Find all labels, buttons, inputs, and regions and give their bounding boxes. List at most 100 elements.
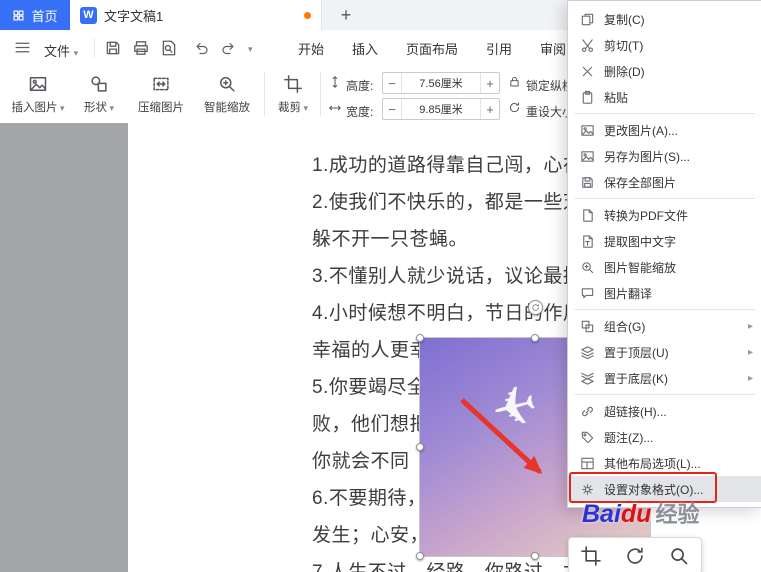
width-value[interactable]: 9.85厘米 [401,99,481,119]
document-text-line: 发生；心安， [312,525,430,546]
shapes-label: 形状 ▾ [83,101,115,114]
shapes-button[interactable]: 形状 ▾ [76,71,122,117]
menu-item-convert-to-pdf[interactable]: 转换为PDF文件 [568,202,761,228]
menu-separator [574,394,755,395]
home-grid-icon [12,9,25,22]
menu-item-label: 其他布局选项(L)... [604,456,701,471]
zoom-tool-icon[interactable] [668,545,690,567]
resize-handle-bottom-left[interactable] [416,552,424,560]
reset-size-icon [508,101,521,114]
resize-handle-top-center[interactable] [531,334,539,342]
tab-insert[interactable]: 插入 [352,39,378,58]
menu-item-extract-text[interactable]: 提取图中文字 [568,228,761,254]
save-all-pictures-icon [580,175,595,190]
tab-reference[interactable]: 引用 [486,39,512,58]
menu-item-cut[interactable]: 剪切(T) [568,32,761,58]
menu-item-bring-to-front[interactable]: 置于顶层(U) ▸ [568,339,761,365]
print-preview-icon[interactable] [160,39,178,57]
document-tab[interactable]: W 文字文稿1 [70,0,322,30]
smart-zoom-button[interactable]: 智能缩放 [196,71,258,117]
insert-picture-button[interactable]: 插入图片 ▾ [6,71,70,117]
resize-handle-top-left[interactable] [416,334,424,342]
bring-to-front-icon [580,345,595,360]
height-increase-button[interactable]: + [481,73,499,93]
compress-picture-label: 压缩图片 [138,101,184,114]
group-icon [580,319,595,334]
menu-item-change-picture[interactable]: 更改图片(A)... [568,117,761,143]
menu-item-hyperlink[interactable]: 超链接(H)... [568,398,761,424]
hyperlink-icon [580,404,595,419]
menu-item-paste[interactable]: 粘贴 [568,84,761,110]
send-to-back-icon [580,371,595,386]
hamburger-menu-icon[interactable] [14,39,31,56]
submenu-arrow-icon: ▸ [747,372,753,384]
smart-zoom-icon [217,74,237,94]
crop-icon [283,74,303,94]
home-tab-label: 首页 [31,8,58,24]
width-increase-button[interactable]: + [481,99,499,119]
tab-start[interactable]: 开始 [298,39,324,58]
menu-item-label: 置于底层(K) [604,371,668,386]
picture-smart-zoom-icon [580,260,595,275]
tab-page-layout[interactable]: 页面布局 [406,39,458,58]
height-value[interactable]: 7.56厘米 [401,73,481,93]
menu-item-label: 另存为图片(S)... [604,149,690,164]
menu-item-label: 提取图中文字 [604,234,677,249]
crop-tool-icon[interactable] [580,545,602,567]
file-menu-label: 文件 [44,44,71,59]
crop-button[interactable]: 裁剪 ▾ [270,71,316,117]
chevron-down-icon: ▾ [300,102,309,113]
file-menu[interactable]: 文件 ▾ [44,41,78,60]
width-stepper: − 9.85厘米 + [382,98,500,120]
height-decrease-button[interactable]: − [383,73,401,93]
document-text-line: 躲不开一只苍蝇。 [312,229,469,250]
redo-icon[interactable] [220,40,236,56]
document-tab-title: 文字文稿1 [104,8,164,24]
document-text-line: 6.不要期待， [312,488,427,509]
chevron-down-icon: ▾ [106,102,115,113]
undo-icon[interactable] [194,40,210,56]
menu-item-save-as-picture[interactable]: 另存为图片(S)... [568,143,761,169]
menu-item-label: 超链接(H)... [604,404,667,419]
shapes-icon [89,74,109,94]
menu-item-group[interactable]: 组合(G) ▸ [568,313,761,339]
width-decrease-button[interactable]: − [383,99,401,119]
menu-separator [574,198,755,199]
save-icon[interactable] [104,39,122,57]
print-icon[interactable] [132,39,150,57]
height-label: 高度: [346,79,374,93]
menu-item-copy[interactable]: 复制(C) [568,6,761,32]
divider [264,72,265,116]
airplane-image: ✈ [485,371,545,444]
menu-item-send-to-back[interactable]: 置于底层(K) ▸ [568,365,761,391]
baidu-jingyan-watermark: Baidu 经验 [582,497,699,529]
resize-handle-middle-left[interactable] [416,443,424,451]
context-menu: 复制(C) 剪切(T) 删除(D) 粘贴 更改图片(A)... 另存为图片(S)… [567,0,761,508]
menu-item-picture-translate[interactable]: 图片翻译 [568,280,761,306]
tab-review[interactable]: 审阅 [540,39,566,58]
compress-picture-button[interactable]: 压缩图片 [130,71,192,117]
resize-handle-bottom-center[interactable] [531,552,539,560]
rotate-tool-icon[interactable] [624,545,646,567]
menu-item-label: 置于顶层(U) [604,345,669,360]
insert-picture-label: 插入图片 ▾ [11,101,65,114]
home-tab[interactable]: 首页 [0,0,70,30]
compress-picture-icon [151,74,171,94]
menu-separator [574,309,755,310]
unsaved-dot-icon [304,11,311,19]
menu-item-label: 组合(G) [604,319,646,334]
menu-separator [574,113,755,114]
watermark-bai: Bai [582,500,621,528]
menu-item-label: 更改图片(A)... [604,123,678,138]
more-commands-icon[interactable]: ▾ [248,44,253,55]
new-tab-button[interactable]: + [332,2,360,28]
menu-item-caption[interactable]: 题注(Z)... [568,424,761,450]
width-icon [328,101,342,115]
menu-item-picture-smart-zoom[interactable]: 图片智能缩放 [568,254,761,280]
rotate-handle[interactable] [528,300,543,315]
menu-item-save-all-pictures[interactable]: 保存全部图片 [568,169,761,195]
menu-item-delete[interactable]: 删除(D) [568,58,761,84]
delete-icon [580,64,595,79]
menu-item-label: 复制(C) [604,12,645,27]
layout-options-icon [580,456,595,471]
